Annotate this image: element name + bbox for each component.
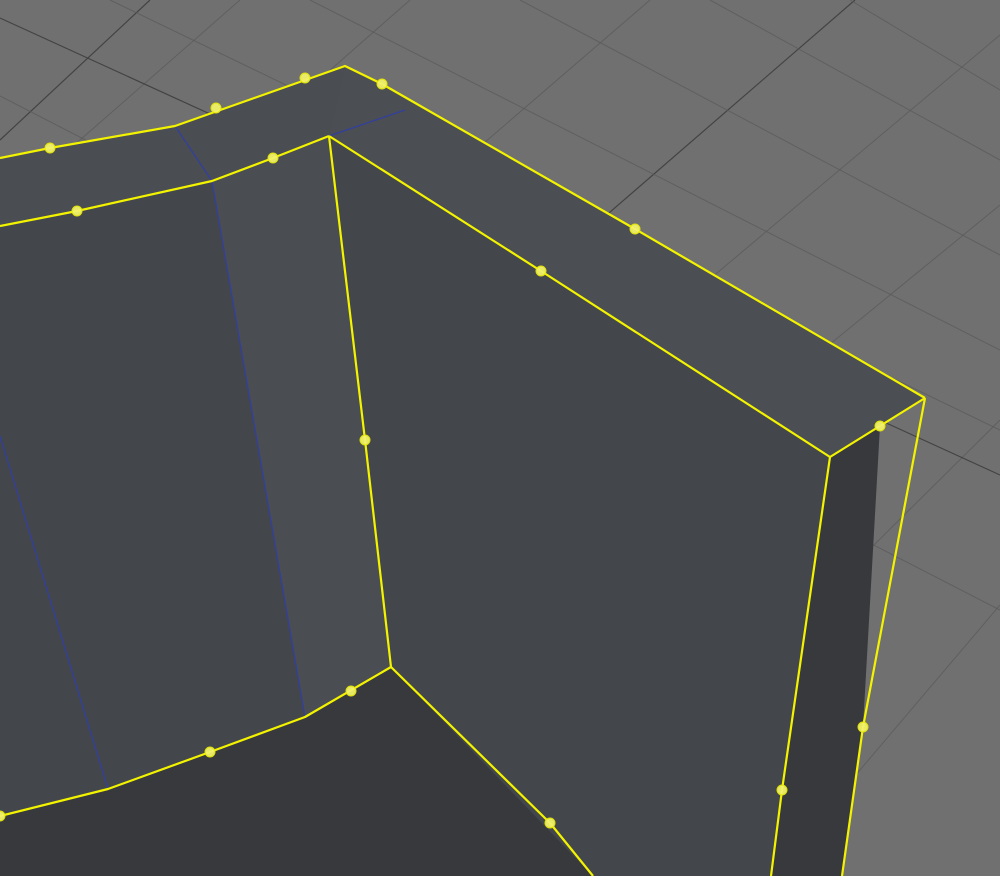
3d-scene[interactable] xyxy=(0,0,1000,876)
3d-viewport[interactable] xyxy=(0,0,1000,876)
